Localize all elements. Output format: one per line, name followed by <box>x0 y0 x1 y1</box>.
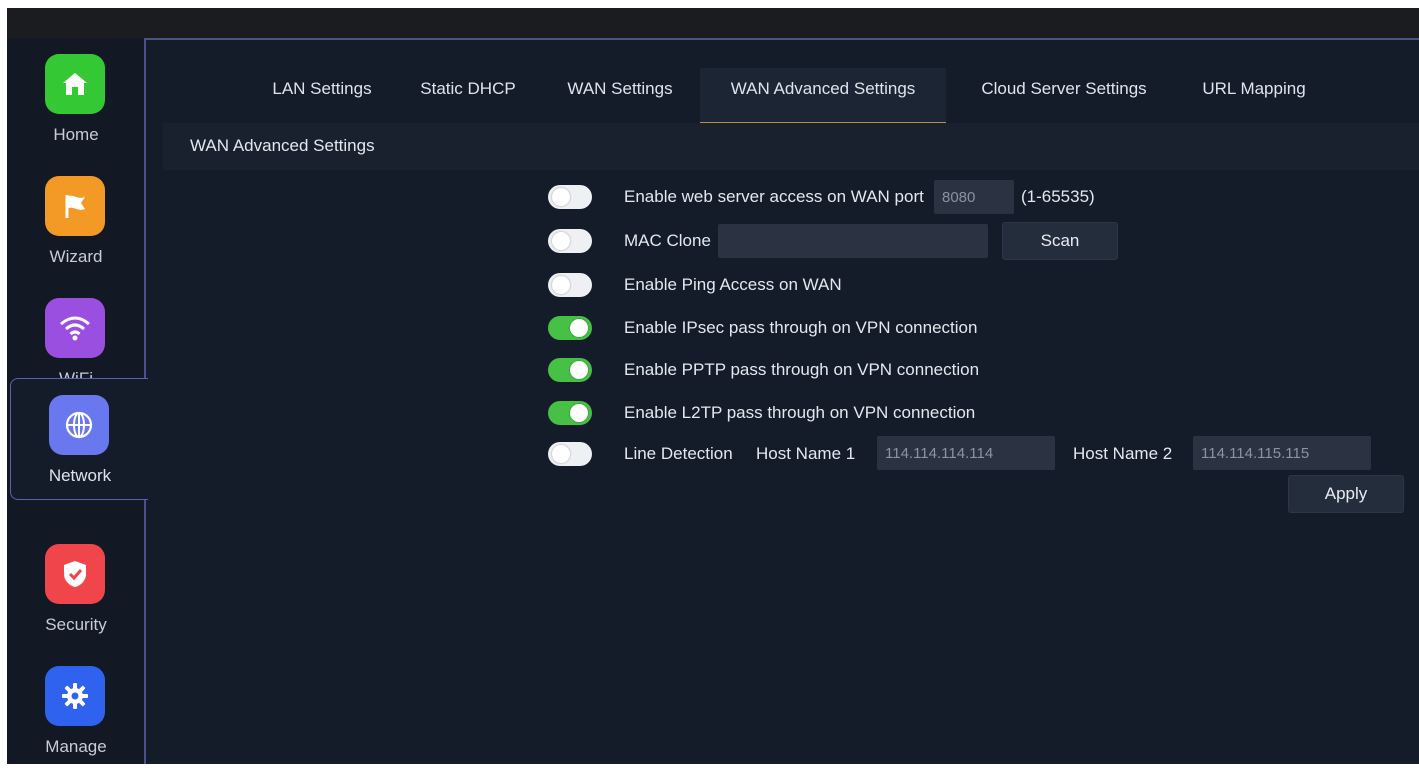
host-name-2-input[interactable] <box>1193 436 1371 470</box>
tab-lan-settings[interactable]: LAN Settings <box>252 68 392 122</box>
sidebar-item-home[interactable]: Home <box>7 38 145 158</box>
wan-port-input[interactable] <box>934 180 1014 214</box>
host-name-1-label: Host Name 1 <box>756 444 856 463</box>
l2tp-passthrough-label: Enable L2TP pass through on VPN connecti… <box>624 403 976 422</box>
mac-clone-label: MAC Clone <box>624 231 711 250</box>
sidebar-item-wizard[interactable]: Wizard <box>7 160 145 280</box>
sidebar-item-label: Home <box>53 125 99 144</box>
mac-address-input[interactable] <box>718 224 988 258</box>
tab-url-mapping[interactable]: URL Mapping <box>1186 68 1322 122</box>
toggle-knob <box>570 404 588 422</box>
host-name-1-input[interactable] <box>877 436 1055 470</box>
sidebar-item-network[interactable]: Network <box>10 378 148 500</box>
sidebar-item-label: Manage <box>45 737 107 756</box>
scan-button[interactable]: Scan <box>1002 222 1118 260</box>
tab-static-dhcp[interactable]: Static DHCP <box>408 68 528 122</box>
section-title: WAN Advanced Settings <box>190 136 375 155</box>
line-detection-label: Line Detection <box>624 444 733 463</box>
toggle-knob <box>552 445 570 463</box>
shield-icon <box>45 544 105 604</box>
flag-icon <box>45 176 105 236</box>
ping-access-label: Enable Ping Access on WAN <box>624 275 842 294</box>
toggle-knob <box>570 361 588 379</box>
tab-wan-settings[interactable]: WAN Settings <box>554 68 686 122</box>
main-content: LAN Settings Static DHCP WAN Settings WA… <box>146 38 1419 764</box>
gear-icon <box>45 666 105 726</box>
section-header: WAN Advanced Settings <box>163 123 1419 170</box>
sidebar-lower: Security Manage <box>7 528 145 764</box>
l2tp-passthrough-toggle[interactable] <box>548 401 592 425</box>
web-access-toggle[interactable] <box>548 185 592 209</box>
top-bar <box>7 8 1419 38</box>
main-top-border <box>146 38 1419 40</box>
pptp-passthrough-label: Enable PPTP pass through on VPN connecti… <box>624 360 980 379</box>
globe-icon <box>49 395 109 455</box>
ipsec-passthrough-label: Enable IPsec pass through on VPN connect… <box>624 318 978 337</box>
sidebar-item-label: Security <box>45 615 107 634</box>
toggle-knob <box>552 232 570 250</box>
toggle-knob <box>570 319 588 337</box>
toggle-knob <box>552 188 570 206</box>
web-access-label: Enable web server access on WAN port <box>624 187 924 206</box>
port-range-label: (1-65535) <box>1021 187 1095 206</box>
ipsec-passthrough-toggle[interactable] <box>548 316 592 340</box>
host-name-2-label: Host Name 2 <box>1073 444 1173 463</box>
sidebar-item-label: Wizard <box>49 247 103 266</box>
tab-cloud-server-settings[interactable]: Cloud Server Settings <box>966 68 1162 122</box>
ping-access-toggle[interactable] <box>548 273 592 297</box>
toggle-knob <box>552 276 570 294</box>
apply-button[interactable]: Apply <box>1288 475 1404 513</box>
pptp-passthrough-toggle[interactable] <box>548 358 592 382</box>
line-detection-toggle[interactable] <box>548 442 592 466</box>
sidebar-item-security[interactable]: Security <box>7 528 145 648</box>
sidebar-item-label: Network <box>48 466 112 485</box>
sidebar-item-manage[interactable]: Manage <box>7 650 145 770</box>
tab-wan-advanced-settings[interactable]: WAN Advanced Settings <box>700 68 946 124</box>
wifi-icon <box>45 298 105 358</box>
app-frame: Home Wizard WiFi Network Security <box>7 8 1419 764</box>
mac-clone-toggle[interactable] <box>548 229 592 253</box>
home-icon <box>45 54 105 114</box>
